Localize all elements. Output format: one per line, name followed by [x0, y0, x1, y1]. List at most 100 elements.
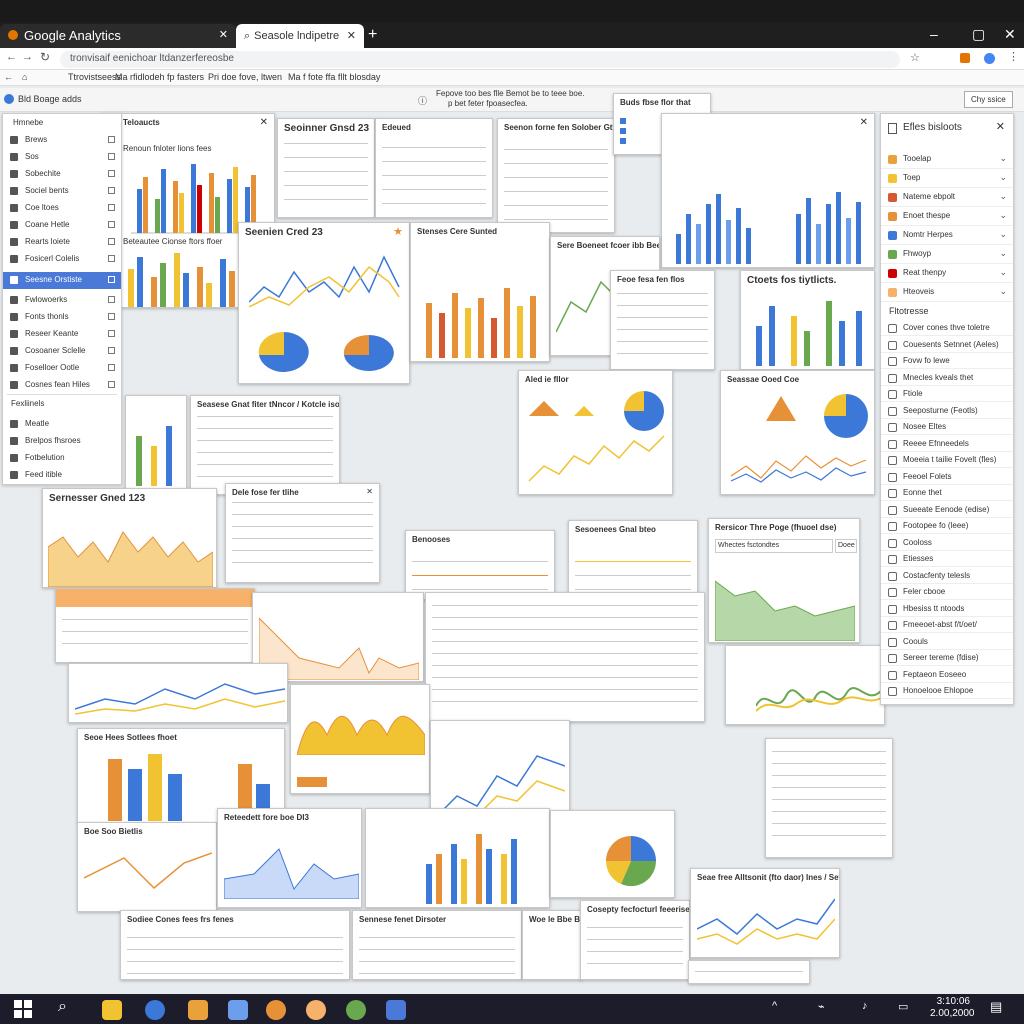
panel-item-2[interactable]: Nateme ebpolt ⌄ — [881, 188, 1013, 207]
panel-list-item-4[interactable]: Ftiole — [881, 386, 1013, 402]
sidebar-item-7[interactable]: Fosicerl Colelis — [3, 251, 121, 268]
sidebar-item-brelpos[interactable]: Brelpos fhsroes — [3, 433, 121, 450]
sidebar-item-9[interactable]: Fwlowoerks — [3, 292, 121, 309]
panel-list-item-17[interactable]: Hbesiss tt ntoods — [881, 601, 1013, 617]
network-icon[interactable]: ⌁ — [818, 1000, 825, 1013]
panel-list-item-22[interactable]: Honoelooe Ehlopoe — [881, 683, 1013, 699]
bookmark-4[interactable]: Ma f fote ffa fllt blosday — [288, 72, 380, 82]
close-icon[interactable]: ✕ — [347, 29, 356, 42]
close-icon[interactable]: ✕ — [996, 120, 1005, 133]
checkbox[interactable] — [108, 364, 115, 371]
panel-list-item-16[interactable]: Feler cbooe — [881, 584, 1013, 600]
window-line-lower[interactable] — [68, 663, 288, 723]
sidebar-item-5[interactable]: Coane Hetle — [3, 217, 121, 234]
folder-icon[interactable] — [188, 1000, 208, 1020]
window-pie-lower[interactable] — [550, 810, 675, 898]
window-aled-ie[interactable]: Aled ie fllor — [518, 370, 673, 495]
profile-avatar[interactable] — [984, 53, 995, 64]
chevron-down-icon[interactable]: ⌄ — [999, 229, 1007, 240]
reload-icon[interactable]: ↻ — [40, 50, 50, 64]
sidebar-item-2[interactable]: Sobechite — [3, 166, 121, 183]
chevron-down-icon[interactable]: ⌄ — [999, 286, 1007, 297]
window-sodiee[interactable]: Sodiee Cones fees frs fenes — [120, 910, 350, 980]
close-icon[interactable]: ✕ — [366, 487, 373, 496]
maximize-icon[interactable]: ▢ — [972, 26, 985, 43]
close-icon[interactable]: ✕ — [860, 117, 868, 128]
checkbox[interactable] — [108, 238, 115, 245]
app-icon[interactable] — [386, 1000, 406, 1020]
notifications-icon[interactable]: ▤ — [990, 999, 1002, 1015]
panel-list-item-21[interactable]: Feptaeon Eoseeo — [881, 667, 1013, 683]
edge-icon[interactable] — [346, 1000, 366, 1020]
panel-item-4[interactable]: Nomtr Herpes ⌄ — [881, 226, 1013, 245]
search-icon[interactable]: ⌕ — [58, 998, 67, 1016]
window-benooses[interactable]: Benooses — [405, 530, 555, 600]
panel-list-item-18[interactable]: Fmeeoet-abst f/t/oet/ — [881, 617, 1013, 633]
window-sosne[interactable]: Sesoenees Gnal bteo — [568, 520, 698, 600]
checkbox[interactable] — [108, 187, 115, 194]
minimize-icon[interactable]: – — [930, 26, 938, 42]
window-table-lower-right[interactable] — [765, 738, 893, 858]
window-edeued[interactable]: Edeued — [375, 118, 493, 218]
checkbox[interactable] — [108, 313, 115, 320]
photos-icon[interactable] — [228, 1000, 248, 1020]
sidebar-item-meatle[interactable]: Meatle — [3, 416, 121, 433]
window-seasese[interactable]: Seasese Gnat fiter tNncor / Kotcle isone… — [190, 395, 340, 495]
checkbox[interactable] — [108, 276, 115, 283]
panel-list-item-19[interactable]: Coouls — [881, 634, 1013, 650]
tab-google-analytics[interactable]: Google Analytics ✕ — [0, 24, 236, 48]
sidebar-item-fotbelution[interactable]: Fotbelution — [3, 450, 121, 467]
star-icon[interactable]: ★ — [393, 225, 403, 238]
panel-list-item-9[interactable]: Feeoel Folets — [881, 469, 1013, 485]
chevron-up-icon[interactable]: ^ — [772, 1000, 777, 1012]
panel-list-item-5[interactable]: Seeposturne (Feotls) — [881, 403, 1013, 419]
chrome-icon[interactable] — [306, 1000, 326, 1020]
panel-list-item-11[interactable]: Sueeate Eenode (edise) — [881, 502, 1013, 518]
window-ctoets[interactable]: Ctoets fos tiytlicts. — [740, 270, 875, 370]
window-seenon-forne[interactable]: Seenon forne fen Solober Gtfa — [497, 118, 615, 233]
panel-list-item-13[interactable]: Cooloss — [881, 535, 1013, 551]
window-bar-mini[interactable] — [125, 395, 187, 490]
orange-button[interactable] — [297, 777, 327, 787]
back-icon[interactable]: ← — [4, 72, 13, 82]
checkbox[interactable] — [108, 170, 115, 177]
panel-item-7[interactable]: Hteoveis ⌄ — [881, 283, 1013, 302]
media-icon[interactable] — [266, 1000, 286, 1020]
panel-item-5[interactable]: Fhwoyp ⌄ — [881, 245, 1013, 264]
window-boe-soo[interactable]: Boe Soo Bietlis — [77, 822, 217, 912]
checkbox[interactable] — [108, 296, 115, 303]
panel-list-item-15[interactable]: Costacfenty telesls — [881, 568, 1013, 584]
panel-list-item-14[interactable]: Etiesses — [881, 551, 1013, 567]
window-reteedett[interactable]: Reteedett fore boe DI3 — [217, 808, 362, 908]
checkbox[interactable] — [108, 204, 115, 211]
sidebar-item-11[interactable]: Reseer Keante — [3, 326, 121, 343]
header-button[interactable]: Chy ssice — [964, 91, 1013, 108]
done-button[interactable]: Doee — [835, 539, 857, 553]
panel-item-1[interactable]: Toep ⌄ — [881, 169, 1013, 188]
window-yellow-table[interactable] — [55, 588, 255, 663]
new-tab-button[interactable]: + — [368, 26, 377, 44]
chevron-down-icon[interactable]: ⌄ — [999, 153, 1007, 164]
window-seoinner-gnsd[interactable]: Seoinner Gnsd 23 — [277, 118, 375, 218]
volume-icon[interactable]: ♪ — [862, 1000, 868, 1012]
window-dele-fose[interactable]: Dele fose fer tlihe ✕ — [225, 483, 380, 583]
windows-start-icon[interactable] — [14, 1000, 32, 1018]
panel-list-item-10[interactable]: Eonne thet — [881, 485, 1013, 501]
close-icon[interactable]: ✕ — [260, 117, 268, 128]
sidebar-item-3[interactable]: Sociel bents — [3, 183, 121, 200]
window-seae-free[interactable]: Seae free Alltsonit (fto daor) Ines / Se… — [690, 868, 840, 958]
search-input[interactable]: Whectes fsctondtes — [715, 539, 833, 553]
panel-list-item-8[interactable]: Moeeia t tailie Fovelt (fles) — [881, 452, 1013, 468]
extension-icon[interactable] — [960, 53, 970, 63]
panel-list-item-1[interactable]: Couesents Setnnet (Aeles) — [881, 337, 1013, 353]
window-bar-chart-blue[interactable]: ✕ — [661, 113, 875, 268]
sidebar-item-12[interactable]: Cosoaner Sclelle — [3, 343, 121, 360]
window-seassae[interactable]: Seassae Ooed Coe — [720, 370, 875, 495]
window-rersicor[interactable]: Rersicor Thre Poge (fhuoel dse) Whectes … — [708, 518, 860, 643]
chevron-down-icon[interactable]: ⌄ — [999, 267, 1007, 278]
sidebar-item-13[interactable]: Foselloer Ootle — [3, 360, 121, 377]
close-icon[interactable]: ✕ — [219, 28, 228, 41]
close-window-icon[interactable]: ✕ — [1004, 26, 1016, 43]
tab-seasole[interactable]: ⌕ Seasole lndipetre ✕ — [236, 24, 364, 48]
sidebar-item-feed[interactable]: Feed itible — [3, 467, 121, 484]
